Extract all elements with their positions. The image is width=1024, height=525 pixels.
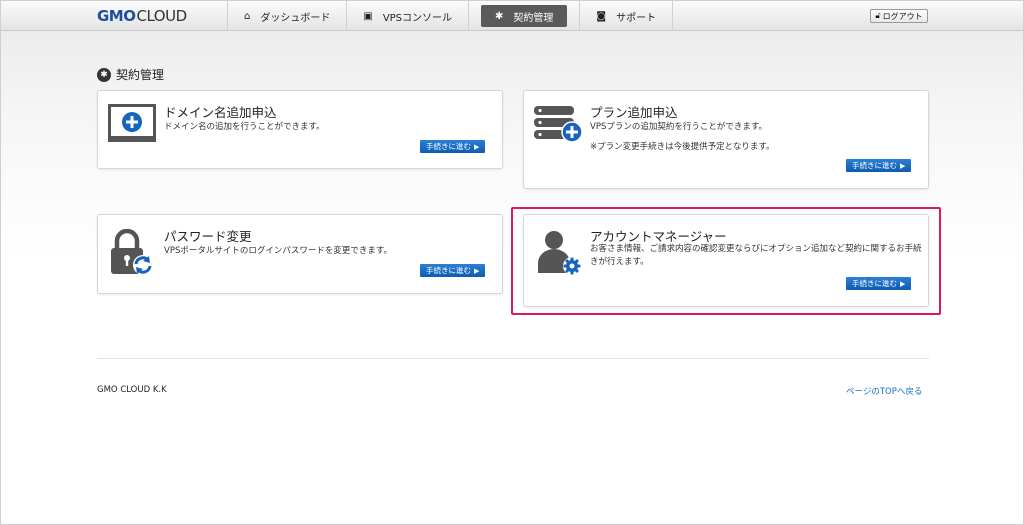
lock-refresh-icon [108,229,156,277]
card-domain-add: ドメイン名追加申込 ドメイン名の追加を行うことができます。 手続きに進む ▶ [97,90,503,169]
page-title-text: 契約管理 [116,68,165,82]
card-title: プラン追加申込 [590,105,678,120]
nav-support-label: サポート [616,12,657,24]
play-icon: ▶ [474,142,480,151]
proceed-label: 手続きに進む [426,266,471,275]
camera-icon: ◙ [596,10,607,22]
nav-dashboard-label: ダッシュボード [260,12,331,24]
page-title: ✱ 契約管理 [97,66,164,83]
footer-divider [97,358,929,359]
card-note: ※プラン変更手続きは今後提供予定となります。 [590,142,775,152]
top-bar: GMOCLOUD ⌂ ダッシュボード ▣ VPSコンソール ✱ 契約管理 ◙ サ… [1,1,1023,31]
logout-button[interactable]: 🔓︎ ログアウト [870,9,928,23]
proceed-label: 手続きに進む [426,142,471,151]
logo-cloud: CLOUD [136,7,188,25]
proceed-button[interactable]: 手続きに進む ▶ [420,264,486,277]
unlock-icon: 🔓︎ [875,11,881,20]
nav-vps-console[interactable]: ▣ VPSコンソール [346,1,468,31]
footer-company: GMO CLOUD K.K [97,385,167,395]
card-description: VPSポータルサイトのログインパスワードを変更できます。 [164,246,392,256]
main-nav: ⌂ ダッシュボード ▣ VPSコンソール ✱ 契約管理 ◙ サポート [227,1,674,31]
logo-gmo: GMO [97,7,136,25]
proceed-button[interactable]: 手続きに進む ▶ [420,140,486,153]
gear-icon: ✱ [495,10,504,22]
nav-contract-label: 契約管理 [513,12,554,24]
card-password-change: パスワード変更 VPSポータルサイトのログインパスワードを変更できます。 手続き… [97,214,503,294]
domain-add-icon [108,104,156,144]
back-to-top-link[interactable]: ページのTOPへ戻る [846,385,922,397]
nav-support[interactable]: ◙ サポート [579,1,674,31]
play-icon: ▶ [474,266,480,275]
server-add-icon [534,104,584,144]
home-icon: ⌂ [244,10,251,22]
card-plan-add: プラン追加申込 VPSプランの追加契約を行うことができます。 ※プラン変更手続き… [523,90,929,189]
console-icon: ▣ [363,10,373,22]
gear-icon: ✱ [97,67,111,82]
play-icon: ▶ [900,161,906,170]
card-title: ドメイン名追加申込 [164,105,277,120]
proceed-button[interactable]: 手続きに進む ▶ [846,159,912,172]
gmo-cloud-logo[interactable]: GMOCLOUD [97,6,187,26]
highlight-frame [511,207,941,315]
card-description: VPSプランの追加契約を行うことができます。 [590,122,767,132]
proceed-label: 手続きに進む [852,161,897,170]
logout-label: ログアウト [882,11,923,21]
card-title: パスワード変更 [164,229,252,244]
card-description: ドメイン名の追加を行うことができます。 [164,122,325,132]
nav-contract[interactable]: ✱ 契約管理 [468,1,579,31]
nav-vps-console-label: VPSコンソール [382,12,453,24]
nav-dashboard[interactable]: ⌂ ダッシュボード [227,1,346,31]
